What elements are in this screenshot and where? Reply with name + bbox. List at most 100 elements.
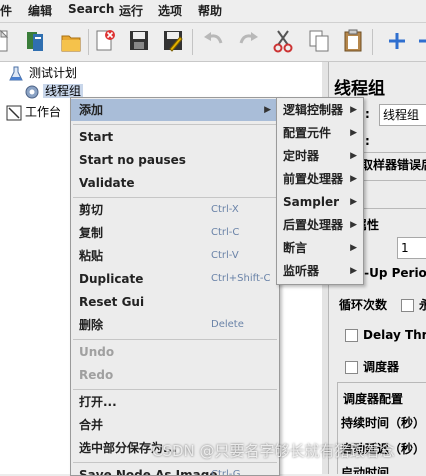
menu-search[interactable]: Search: [68, 2, 114, 16]
menu-run[interactable]: 运行: [119, 2, 143, 19]
tree-label-thread-group: 线程组: [43, 84, 84, 98]
submenu-config-element[interactable]: 配置元件 ▶: [277, 122, 363, 145]
menu-merge-label: 合并: [79, 418, 104, 432]
menu-reset-gui[interactable]: Reset Gui: [71, 291, 279, 313]
submenu-pre-processor-label: 前置处理器: [283, 172, 344, 186]
name-field[interactable]: 线程组: [379, 104, 426, 126]
menu-save-node-shortcut: Ctrl-G: [211, 469, 241, 476]
menu-add-label: 添加: [79, 103, 104, 117]
menu-copy-label: 复制: [79, 226, 104, 240]
submenu-sampler[interactable]: Sampler ▶: [277, 191, 363, 214]
submenu-listener[interactable]: 监听器 ▶: [277, 260, 363, 283]
tree-node-test-plan[interactable]: 测试计划: [8, 64, 77, 82]
flask-icon: [9, 66, 23, 80]
menu-options[interactable]: 选项: [158, 2, 182, 19]
menu-open-label: 打开...: [79, 395, 117, 409]
submenu-post-processor[interactable]: 后置处理器 ▶: [277, 214, 363, 237]
submenu-arrow-icon: ▶: [350, 243, 357, 253]
name-label: :: [365, 107, 370, 121]
menu-undo: Undo: [71, 341, 279, 363]
menu-paste-label: 粘贴: [79, 249, 104, 263]
undo-icon[interactable]: [200, 27, 226, 55]
close-icon[interactable]: [92, 27, 118, 55]
copy-icon[interactable]: [306, 27, 332, 55]
submenu-sampler-label: Sampler: [283, 195, 340, 209]
new-icon[interactable]: [0, 27, 12, 55]
watermark: CSDN @只要名字够长就有猪跟着念: [152, 442, 395, 460]
submenu-arrow-icon: ▶: [350, 220, 357, 230]
loop-forever-checkbox[interactable]: 永: [401, 296, 426, 313]
menu-start-label: Start: [79, 130, 114, 144]
menu-merge[interactable]: 合并: [71, 414, 279, 436]
scheduler-config-label: 调度器配置: [343, 392, 404, 406]
menu-file[interactable]: 件: [0, 2, 12, 19]
open-icon[interactable]: [58, 27, 84, 55]
submenu-logic-controller[interactable]: 逻辑控制器 ▶: [277, 99, 363, 122]
submenu-config-element-label: 配置元件: [283, 126, 332, 140]
expand-icon[interactable]: [384, 27, 410, 55]
menu-copy-shortcut: Ctrl-C: [211, 227, 240, 238]
menu-delete-label: 删除: [79, 318, 104, 332]
menu-delete[interactable]: 删除 Delete: [71, 314, 279, 336]
menu-duplicate[interactable]: Duplicate Ctrl+Shift-C: [71, 268, 279, 290]
collapse-icon[interactable]: [414, 27, 426, 55]
save-icon[interactable]: [126, 27, 152, 55]
toolbar: [0, 23, 426, 62]
menu-cut[interactable]: 剪切 Ctrl-X: [71, 199, 279, 221]
menu-add[interactable]: 添加 ▶: [71, 99, 279, 121]
context-menu: 添加 ▶ Start Start no pauses Validate 剪切 Ctr…: [70, 97, 280, 476]
comment-label: :: [365, 134, 370, 148]
cut-icon[interactable]: [270, 27, 296, 55]
menu-edit[interactable]: 编辑: [28, 2, 52, 19]
paste-icon[interactable]: [340, 27, 366, 55]
delay-thread-label: Delay Threa: [363, 328, 426, 342]
submenu-assertion-label: 断言: [283, 241, 308, 255]
workbench-icon: [6, 105, 22, 120]
menu-paste-shortcut: Ctrl-V: [211, 250, 239, 261]
menu-delete-shortcut: Delete: [211, 319, 244, 330]
checkbox-icon: [345, 329, 358, 342]
menu-undo-label: Undo: [79, 345, 115, 359]
tree-label-workbench: 工作台: [25, 105, 62, 119]
menu-cut-label: 剪切: [79, 203, 104, 217]
submenu-logic-controller-label: 逻辑控制器: [283, 103, 344, 117]
menu-paste[interactable]: 粘贴 Ctrl-V: [71, 245, 279, 267]
tree-node-workbench[interactable]: 工作台: [6, 103, 61, 121]
menu-start[interactable]: Start: [71, 126, 279, 148]
gear-icon: [25, 85, 39, 98]
menu-start-no-pauses[interactable]: Start no pauses: [71, 149, 279, 171]
loop-count-label: 循环次数: [339, 298, 388, 312]
submenu-arrow-icon: ▶: [350, 128, 357, 138]
templates-icon[interactable]: [22, 27, 48, 55]
submenu-assertion[interactable]: 断言 ▶: [277, 237, 363, 260]
menu-save-node-as-image[interactable]: Save Node As Image Ctrl-G: [71, 464, 279, 476]
submenu-timer[interactable]: 定时器 ▶: [277, 145, 363, 168]
redo-icon[interactable]: [236, 27, 262, 55]
menu-validate-label: Validate: [79, 176, 135, 190]
submenu-arrow-icon: ▶: [350, 105, 357, 115]
submenu-arrow-icon: ▶: [350, 197, 357, 207]
menu-bar: 件 编辑 Search 运行 选项 帮助: [0, 0, 426, 23]
menu-save-node-label: Save Node As Image: [79, 468, 218, 476]
submenu-timer-label: 定时器: [283, 149, 320, 163]
scheduler-checkbox[interactable]: 调度器: [345, 358, 399, 375]
menu-copy[interactable]: 复制 Ctrl-C: [71, 222, 279, 244]
menu-reset-gui-label: Reset Gui: [79, 295, 145, 309]
submenu-arrow-icon: ▶: [350, 151, 357, 161]
scheduler-label: 调度器: [363, 360, 400, 374]
checkbox-icon: [345, 361, 358, 374]
menu-redo: Redo: [71, 364, 279, 386]
delay-thread-checkbox[interactable]: Delay Threa: [345, 328, 426, 342]
menu-duplicate-label: Duplicate: [79, 272, 144, 286]
menu-open[interactable]: 打开...: [71, 391, 279, 413]
submenu-pre-processor[interactable]: 前置处理器 ▶: [277, 168, 363, 191]
save-as-icon[interactable]: [160, 27, 186, 55]
num-threads-field[interactable]: 1: [397, 237, 426, 259]
submenu-arrow-icon: ▶: [350, 174, 357, 184]
on-error-group: 取样器错误后: [357, 152, 426, 181]
menu-validate[interactable]: Validate: [71, 172, 279, 194]
menu-help[interactable]: 帮助: [198, 2, 222, 19]
submenu-arrow-icon: ▶: [350, 266, 357, 276]
checkbox-icon: [401, 299, 414, 312]
start-time-label: 启动时间: [341, 466, 390, 474]
